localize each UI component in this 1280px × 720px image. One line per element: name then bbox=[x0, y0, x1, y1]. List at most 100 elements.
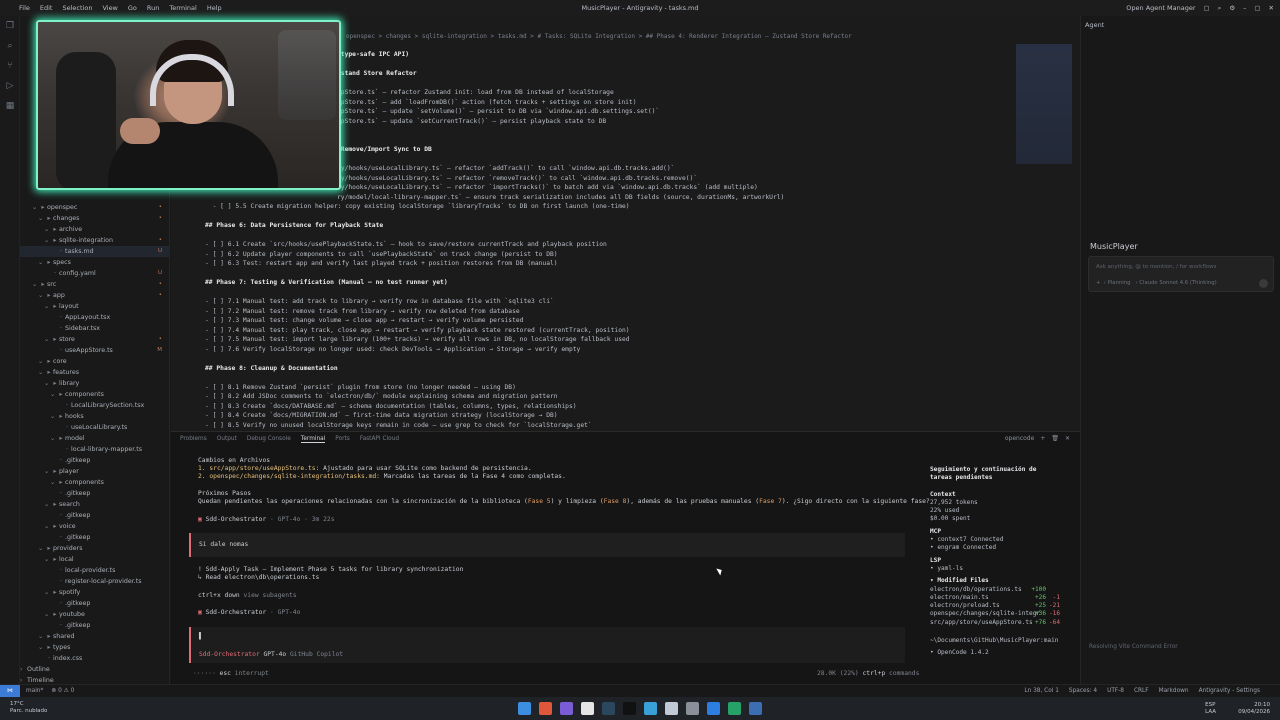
menu-item-edit[interactable]: Edit bbox=[35, 0, 58, 16]
tree-file[interactable]: · LocalLibrarySection.tsx bbox=[20, 400, 169, 411]
trash-icon[interactable]: 🗑 bbox=[1051, 435, 1059, 442]
code-line[interactable] bbox=[171, 231, 1031, 241]
menu-item-go[interactable]: Go bbox=[123, 0, 142, 16]
remote-icon[interactable]: ⋈ bbox=[0, 684, 20, 698]
code-line[interactable]: - [ ] 6.1 Create `src/hooks/usePlaybackS… bbox=[171, 240, 1031, 250]
timeline-section[interactable]: › Timeline bbox=[20, 675, 169, 684]
code-line[interactable]: - [ ] 8.2 Add JSDoc comments to `electro… bbox=[171, 392, 1031, 402]
agent-mode-row[interactable]: + › Planning › Claude Sonnet 4.6 (Thinki… bbox=[1096, 280, 1217, 286]
code-line[interactable]: ry/hooks/useLocalLibrary.ts` — refactor … bbox=[337, 164, 1197, 174]
tree-folder[interactable]: ⌄ ▸ components bbox=[20, 389, 169, 400]
code-line[interactable]: - [ ] 6.2 Update player components to ca… bbox=[171, 250, 1031, 260]
code-line[interactable] bbox=[171, 354, 1031, 364]
prompt-input[interactable]: ▌ Sdd-Orchestrator GPT-4o GitHub Copilot bbox=[189, 627, 905, 663]
send-icon[interactable] bbox=[1259, 279, 1268, 288]
eol[interactable]: CRLF bbox=[1134, 688, 1149, 694]
terminal-selector[interactable]: opencode bbox=[1005, 435, 1034, 442]
code-line[interactable]: - [ ] 7.5 Manual test: import large libr… bbox=[171, 335, 1031, 345]
tree-file[interactable]: · Sidebar.tsx bbox=[20, 323, 169, 334]
tree-file[interactable]: · AppLayout.tsx bbox=[20, 312, 169, 323]
tree-file[interactable]: · local-library-mapper.ts bbox=[20, 444, 169, 455]
layout-icon[interactable]: ▢ bbox=[1204, 0, 1210, 16]
tree-file[interactable]: · useLocalLibrary.ts bbox=[20, 422, 169, 433]
weather-widget[interactable]: 17°C Parc. nublado bbox=[10, 701, 47, 715]
menu-item-view[interactable]: View bbox=[97, 0, 122, 16]
tree-file[interactable]: · .gitkeep bbox=[20, 510, 169, 521]
code-line[interactable]: ry/hooks/useLocalLibrary.ts` — refactor … bbox=[337, 174, 1197, 184]
tree-file[interactable]: · local-provider.ts bbox=[20, 565, 169, 576]
code-line[interactable] bbox=[171, 288, 1031, 298]
code-line[interactable]: ry/model/local-library-mapper.ts` — ensu… bbox=[337, 193, 1197, 203]
search-view-icon[interactable]: ⌕ bbox=[0, 36, 20, 56]
tab-output[interactable]: Output bbox=[217, 436, 237, 443]
code-line[interactable]: - [ ] 7.1 Manual test: add track to libr… bbox=[171, 297, 1031, 307]
tree-folder[interactable]: ⌄ ▸ search bbox=[20, 499, 169, 510]
tree-folder[interactable]: ⌄ ▸ layout bbox=[20, 301, 169, 312]
add-terminal-icon[interactable]: + bbox=[1040, 435, 1045, 442]
app-icon[interactable] bbox=[749, 702, 762, 715]
code-line[interactable]: - [ ] 5.5 Create migration helper: copy … bbox=[171, 202, 1031, 212]
app-settings[interactable]: Antigravity - Settings bbox=[1199, 688, 1260, 694]
tree-folder[interactable]: ⌄ ▸ spotify bbox=[20, 587, 169, 598]
breadcrumb[interactable]: openspec > changes > sqlite-integration … bbox=[346, 33, 852, 40]
language-mode[interactable]: Markdown bbox=[1159, 688, 1189, 694]
brave-icon[interactable] bbox=[539, 702, 552, 715]
tree-folder[interactable]: ⌄ ▸ sqlite-integration • bbox=[20, 235, 169, 246]
start-icon[interactable] bbox=[518, 702, 531, 715]
app-icon[interactable] bbox=[728, 702, 741, 715]
language-indicator[interactable]: ESP LAA bbox=[1205, 702, 1216, 716]
tree-folder[interactable]: ⌄ ▸ core bbox=[20, 356, 169, 367]
tree-folder[interactable]: ⌄ ▸ shared bbox=[20, 631, 169, 642]
app-icon[interactable] bbox=[644, 702, 657, 715]
tree-file[interactable]: · .gitkeep bbox=[20, 532, 169, 543]
settings-icon[interactable]: ⚙ bbox=[1229, 0, 1235, 16]
app-icon[interactable] bbox=[665, 702, 678, 715]
code-line[interactable]: - [ ] 6.3 Test: restart app and verify l… bbox=[171, 259, 1031, 269]
menu-item-terminal[interactable]: Terminal bbox=[164, 0, 201, 16]
tree-file[interactable]: · config.yaml U bbox=[20, 268, 169, 279]
app-icon[interactable] bbox=[686, 702, 699, 715]
tree-file[interactable]: · register-local-provider.ts bbox=[20, 576, 169, 587]
tree-file[interactable]: · .gitkeep bbox=[20, 620, 169, 631]
explorer-icon[interactable]: ❐ bbox=[0, 16, 20, 36]
tree-file[interactable]: · index.css bbox=[20, 653, 169, 664]
close-panel-icon[interactable]: ✕ bbox=[1065, 435, 1070, 442]
tree-folder[interactable]: ⌄ ▸ openspec • bbox=[20, 202, 169, 213]
tree-file[interactable]: · .gitkeep bbox=[20, 598, 169, 609]
tab-problems[interactable]: Problems bbox=[180, 436, 207, 443]
tree-folder[interactable]: ⌄ ▸ types bbox=[20, 642, 169, 653]
tree-folder[interactable]: ⌄ ▸ player bbox=[20, 466, 169, 477]
run-debug-icon[interactable]: ▷ bbox=[0, 76, 20, 96]
code-line[interactable]: - [ ] 7.4 Manual test: play track, close… bbox=[171, 326, 1031, 336]
tree-folder[interactable]: ⌄ ▸ hooks bbox=[20, 411, 169, 422]
menu-item-run[interactable]: Run bbox=[142, 0, 164, 16]
tree-folder[interactable]: ⌄ ▸ voice bbox=[20, 521, 169, 532]
tab-debug-console[interactable]: Debug Console bbox=[247, 436, 291, 443]
tree-folder[interactable]: ⌄ ▸ src • bbox=[20, 279, 169, 290]
code-line[interactable]: ry/hooks/useLocalLibrary.ts` — refactor … bbox=[337, 183, 1197, 193]
code-line[interactable]: - [ ] 8.4 Create `docs/MIGRATION.md` — f… bbox=[171, 411, 1031, 421]
extensions-icon[interactable]: ▦ bbox=[0, 96, 20, 116]
tree-folder[interactable]: ⌄ ▸ library bbox=[20, 378, 169, 389]
source-control-icon[interactable]: ⑂ bbox=[0, 56, 20, 76]
minimize-icon[interactable]: – bbox=[1243, 0, 1246, 16]
tree-folder[interactable]: ⌄ ▸ features bbox=[20, 367, 169, 378]
indentation[interactable]: Spaces: 4 bbox=[1069, 688, 1097, 694]
tree-file[interactable]: · .gitkeep bbox=[20, 488, 169, 499]
maximize-icon[interactable]: ▢ bbox=[1254, 0, 1260, 16]
code-line[interactable] bbox=[171, 212, 1031, 222]
code-line[interactable]: ## Phase 8: Cleanup & Documentation bbox=[171, 364, 1031, 374]
tree-file[interactable]: · useAppStore.ts M bbox=[20, 345, 169, 356]
tree-folder[interactable]: ⌄ ▸ changes • bbox=[20, 213, 169, 224]
notion-icon[interactable] bbox=[581, 702, 594, 715]
code-line[interactable]: - [ ] 7.2 Manual test: remove track from… bbox=[171, 307, 1031, 317]
code-line[interactable]: - [ ] 8.3 Create `docs/DATABASE.md` — sc… bbox=[171, 402, 1031, 412]
cursor-position[interactable]: Ln 38, Col 1 bbox=[1024, 688, 1059, 694]
tree-file[interactable]: · tasks.md U bbox=[20, 246, 169, 257]
tree-folder[interactable]: ⌄ ▸ specs bbox=[20, 257, 169, 268]
encoding[interactable]: UTF-8 bbox=[1107, 688, 1124, 694]
code-line[interactable]: - [ ] 7.6 Verify localStorage no longer … bbox=[171, 345, 1031, 355]
code-line[interactable]: - [ ] 8.5 Verify no unused localStorage … bbox=[171, 421, 1031, 431]
outline-section[interactable]: › Outline bbox=[20, 664, 169, 675]
tree-folder[interactable]: ⌄ ▸ local bbox=[20, 554, 169, 565]
